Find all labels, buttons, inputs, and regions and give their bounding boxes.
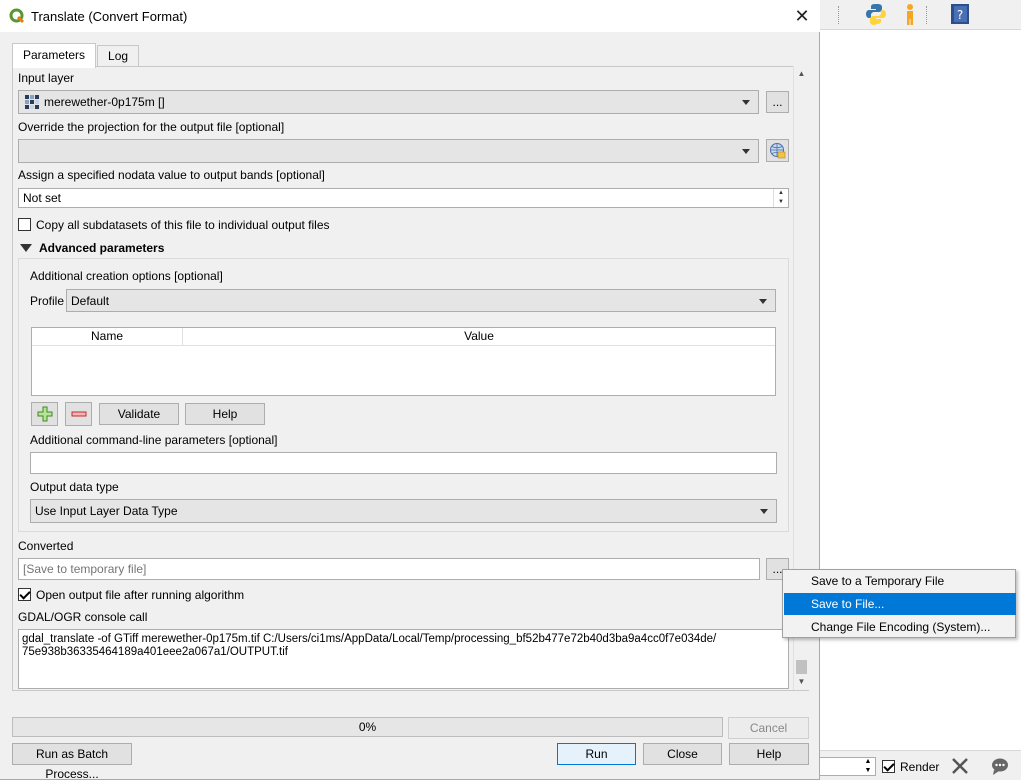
- chevron-down-icon: [760, 509, 768, 514]
- toolbar-separator: [838, 6, 854, 24]
- close-button[interactable]: Close: [643, 743, 722, 765]
- scale-spin-arrows-icon[interactable]: ▲ ▼: [860, 757, 876, 776]
- scroll-up-icon[interactable]: ▲: [794, 66, 809, 82]
- copy-subdatasets-checkbox[interactable]: [18, 218, 31, 231]
- profile-label: Profile: [30, 294, 65, 308]
- nodata-value: Not set: [23, 191, 62, 205]
- dialog-titlebar: Translate (Convert Format) ✕: [0, 0, 820, 32]
- progress-label: 0%: [358, 720, 377, 734]
- input-layer-value: merewether-0p175m []: [44, 95, 165, 109]
- input-layer-combo[interactable]: merewether-0p175m []: [18, 90, 759, 114]
- log-messages-icon[interactable]: [990, 756, 1010, 776]
- column-header-value[interactable]: Value: [183, 328, 775, 346]
- globe-crs-icon: [770, 143, 786, 159]
- messages-cancel-icon[interactable]: [950, 756, 970, 776]
- menu-item-save-temporary[interactable]: Save to a Temporary File: [784, 570, 1016, 592]
- chevron-down-icon: [742, 149, 750, 154]
- console-call-text[interactable]: gdal_translate -of GTiff merewether-0p17…: [18, 629, 789, 689]
- main-toolbar: ?: [820, 0, 1021, 30]
- menu-item-save-to-file[interactable]: Save to File...: [784, 593, 1016, 615]
- close-icon[interactable]: ✕: [792, 6, 812, 26]
- creation-options-label: Additional creation options [optional]: [30, 269, 223, 283]
- cancel-button[interactable]: Cancel: [728, 717, 809, 739]
- menu-item-change-encoding[interactable]: Change File Encoding (System)...: [784, 616, 1016, 638]
- progress-bar: 0%: [12, 717, 723, 737]
- minus-icon: [71, 411, 86, 417]
- raster-layer-icon: [25, 95, 39, 109]
- add-row-button[interactable]: [31, 402, 58, 426]
- cmdline-input[interactable]: [30, 452, 777, 474]
- input-layer-browse-button[interactable]: ...: [766, 91, 789, 113]
- tab-parameters[interactable]: Parameters: [12, 43, 97, 68]
- copy-subdatasets-label: Copy all subdatasets of this file to ind…: [36, 218, 330, 232]
- chevron-down-icon: [742, 100, 750, 105]
- nodata-spin-arrows-icon[interactable]: ▲ ▼: [773, 189, 788, 207]
- map-canvas[interactable]: [820, 0, 1021, 780]
- run-batch-button[interactable]: Run as Batch Process...: [12, 743, 132, 781]
- help-book-icon[interactable]: ?: [948, 2, 972, 26]
- console-label: GDAL/OGR console call: [18, 610, 148, 624]
- converted-output-input[interactable]: [18, 558, 760, 580]
- open-output-label: Open output file after running algorithm: [36, 588, 245, 602]
- help-button[interactable]: Help: [729, 743, 809, 765]
- table-header: Name Value: [32, 328, 775, 346]
- render-label: Render: [900, 760, 940, 774]
- nodata-spinbox[interactable]: Not set: [18, 188, 789, 208]
- datatype-combo[interactable]: Use Input Layer Data Type: [30, 499, 777, 523]
- override-projection-label: Override the projection for the output f…: [18, 120, 285, 134]
- override-projection-combo[interactable]: [18, 139, 759, 163]
- converted-label: Converted: [18, 539, 74, 553]
- datatype-value: Use Input Layer Data Type: [35, 504, 178, 518]
- creation-options-table[interactable]: Name Value: [31, 327, 776, 396]
- help-options-button[interactable]: Help: [185, 403, 265, 425]
- scrollbar-thumb[interactable]: [796, 660, 807, 674]
- run-button[interactable]: Run: [557, 743, 636, 765]
- nodata-label: Assign a specified nodata value to outpu…: [18, 168, 325, 182]
- dialog-title: Translate (Convert Format): [31, 8, 188, 24]
- remove-row-button[interactable]: [65, 402, 92, 426]
- status-bar: ▲ ▼ Render: [820, 750, 1021, 780]
- tab-log[interactable]: Log: [97, 45, 140, 67]
- plus-icon: [37, 406, 52, 422]
- chevron-down-icon: [759, 299, 767, 304]
- qgis-logo-icon: [9, 8, 25, 24]
- datatype-label: Output data type: [30, 480, 119, 494]
- python-console-icon[interactable]: [864, 2, 888, 26]
- cmdline-label: Additional command-line parameters [opti…: [30, 433, 278, 447]
- toolbar-separator: [926, 6, 942, 24]
- validate-button[interactable]: Validate: [99, 403, 179, 425]
- collapse-triangle-icon[interactable]: [20, 244, 32, 252]
- column-header-name[interactable]: Name: [32, 328, 183, 346]
- identify-user-icon[interactable]: [898, 2, 922, 26]
- svg-text:?: ?: [957, 8, 963, 22]
- profile-value: Default: [71, 293, 110, 308]
- projection-select-button[interactable]: [766, 139, 789, 162]
- render-checkbox[interactable]: [882, 760, 895, 773]
- tab-bar: Parameters Log: [12, 43, 140, 68]
- open-output-checkbox[interactable]: [18, 588, 31, 601]
- output-context-menu: Save to a Temporary File Save to File...…: [782, 569, 1016, 638]
- translate-dialog: Translate (Convert Format) ✕ Parameters …: [0, 0, 820, 781]
- advanced-parameters-title[interactable]: Advanced parameters: [39, 241, 164, 255]
- input-layer-label: Input layer: [18, 71, 75, 85]
- scroll-down-icon[interactable]: ▼: [794, 674, 809, 690]
- profile-combo[interactable]: Default: [66, 289, 776, 312]
